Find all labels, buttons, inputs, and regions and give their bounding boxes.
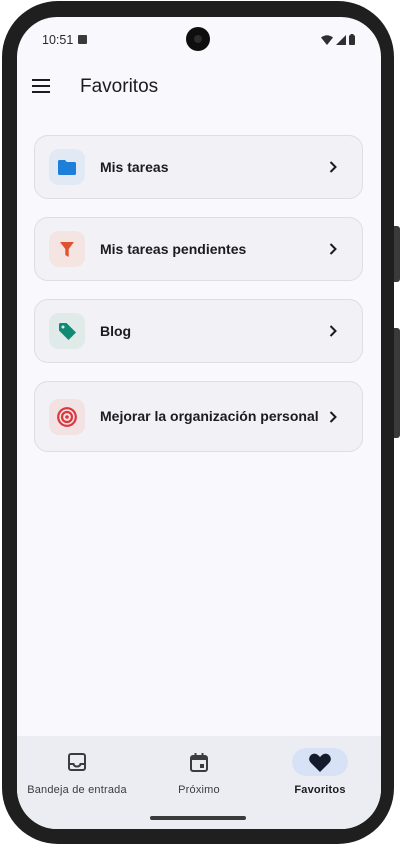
favorite-label: Blog <box>100 322 132 339</box>
menu-button[interactable] <box>29 74 53 98</box>
folder-icon <box>58 159 76 175</box>
page-title: Favoritos <box>80 76 159 97</box>
favorite-item-blog[interactable]: Blog <box>34 299 363 363</box>
front-camera <box>186 27 210 51</box>
calendar-icon <box>190 752 208 772</box>
nav-icon-container <box>171 748 227 776</box>
chevron-right-icon <box>326 324 340 338</box>
top-app-bar: Favoritos <box>17 67 381 109</box>
favorite-icon-tile <box>49 231 85 267</box>
chevron-right-icon <box>326 242 340 256</box>
nav-item-proximo[interactable]: Próximo <box>139 748 259 808</box>
device: 10:51 Favoritos Mis tareas Mis tareas pe… <box>0 0 400 847</box>
battery-icon <box>349 34 355 45</box>
status-bar: 10:51 <box>17 17 381 63</box>
power-button <box>394 328 400 438</box>
favorite-label: Mejorar la organización personal <box>100 408 319 424</box>
status-icons <box>321 34 355 45</box>
favorite-item-mejorar-organizacion[interactable]: Mejorar la organización personal <box>34 381 363 452</box>
wifi-icon <box>321 34 333 45</box>
nav-icon-container <box>49 748 105 776</box>
favorite-label: Mis tareas <box>100 158 169 175</box>
hamburger-menu-icon <box>32 79 50 93</box>
chevron-right-icon <box>326 160 340 174</box>
favorite-item-mis-tareas[interactable]: Mis tareas <box>34 135 363 199</box>
screen: 10:51 Favoritos Mis tareas Mis tareas pe… <box>17 17 381 829</box>
volume-button <box>394 226 400 282</box>
nav-label: Bandeja de entrada <box>27 784 127 796</box>
favorite-icon-tile <box>49 398 85 435</box>
nav-item-favoritos[interactable]: Favoritos <box>260 748 380 808</box>
status-time: 10:51 <box>42 33 74 47</box>
favorite-icon-tile <box>49 149 85 185</box>
tag-icon <box>58 322 76 340</box>
home-indicator[interactable] <box>150 816 246 820</box>
heart-icon <box>309 753 331 772</box>
target-icon <box>57 406 77 427</box>
filter-icon <box>60 241 74 257</box>
inbox-icon <box>68 753 86 771</box>
favorite-label: Mis tareas pendientes <box>100 240 247 257</box>
nav-label: Favoritos <box>294 784 346 796</box>
chevron-right-icon <box>326 410 340 424</box>
notification-app-icon <box>78 35 87 44</box>
nav-item-bandeja[interactable]: Bandeja de entrada <box>17 748 137 808</box>
nav-active-indicator <box>292 748 348 776</box>
favorites-list: Mis tareas Mis tareas pendientes Blog Me… <box>34 135 363 470</box>
favorite-item-mis-tareas-pendientes[interactable]: Mis tareas pendientes <box>34 217 363 281</box>
nav-label: Próximo <box>178 784 220 796</box>
signal-icon <box>336 34 346 45</box>
favorite-icon-tile <box>49 313 85 349</box>
